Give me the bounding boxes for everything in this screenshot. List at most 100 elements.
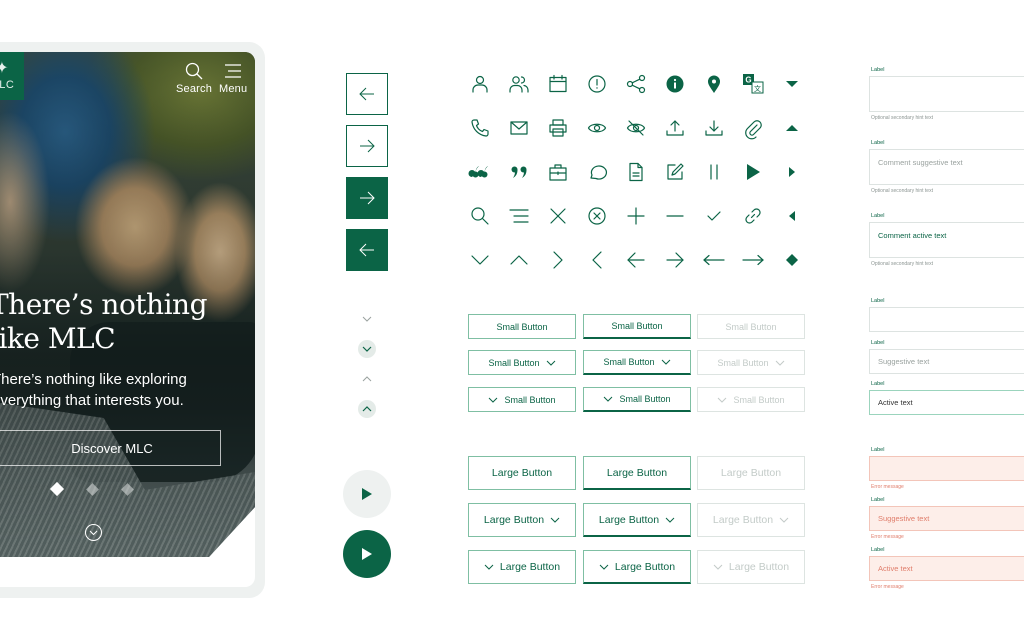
field-label: Label	[871, 67, 885, 73]
diamond-icon	[786, 254, 798, 266]
chevron-down-icon	[779, 517, 789, 523]
chevron-right-icon	[553, 251, 563, 269]
button-label: Large Button	[728, 561, 790, 573]
chevron-down-icon	[599, 564, 609, 570]
small-button-leading-chevron-hover[interactable]: Small Button	[583, 387, 691, 412]
chevron-down-icon	[471, 255, 489, 265]
play-icon	[362, 488, 372, 500]
briefcase-icon	[549, 164, 567, 181]
caret-right-icon	[780, 160, 804, 184]
menu-icon	[225, 64, 242, 78]
arrow-right-icon	[360, 139, 375, 153]
menu-label: Menu	[219, 83, 248, 95]
button-label: Large Button	[712, 514, 774, 526]
caret-left-icon	[780, 204, 804, 228]
large-button-trailing-chevron-default[interactable]: Large Button	[468, 503, 576, 537]
menu-icon	[507, 204, 531, 228]
arrow-right-icon	[663, 248, 687, 272]
quote-close-icon	[511, 166, 527, 178]
logo-text: MLC	[0, 79, 15, 91]
play-button-dark[interactable]	[343, 530, 391, 578]
plus-icon	[627, 207, 645, 225]
chevron-down-icon	[775, 360, 784, 366]
svg-text:文: 文	[754, 84, 761, 93]
large-button-leading-chevron-hover[interactable]: Large Button	[583, 550, 691, 584]
chat-bubble-icon	[590, 165, 608, 180]
close-circle-icon	[585, 204, 609, 228]
large-button-plain-default[interactable]: Large Button	[468, 456, 576, 490]
edit-icon	[663, 160, 687, 184]
comment-textarea[interactable]	[869, 76, 1024, 112]
close-circle-icon	[588, 207, 606, 225]
alert-circle-icon	[585, 72, 609, 96]
arrow-left-icon	[359, 243, 374, 257]
chevron-up-icon	[362, 406, 372, 412]
button-label: Large Button	[598, 513, 660, 526]
small-button-trailing-chevron-hover[interactable]: Small Button	[583, 350, 691, 375]
play-large-icon	[747, 164, 760, 180]
comment-textarea[interactable]: Comment active text	[869, 222, 1024, 258]
carousel-dot[interactable]	[86, 482, 99, 496]
next-button-filled[interactable]	[346, 177, 388, 219]
chevron-down-icon	[89, 530, 98, 535]
google-translate-icon: G文	[741, 72, 765, 96]
discover-mlc-button[interactable]: Discover MLC	[0, 430, 221, 466]
download-icon	[702, 116, 726, 140]
small-button-plain-hover[interactable]: Small Button	[583, 314, 691, 339]
svg-text:G: G	[745, 76, 751, 85]
minus-icon	[663, 204, 687, 228]
eye-off-icon	[624, 116, 648, 140]
search-action[interactable]: Search	[176, 62, 212, 95]
mlc-logo[interactable]: ✦ MLC	[0, 52, 24, 100]
small-button-leading-chevron-default[interactable]: Small Button	[468, 387, 576, 412]
button-label: Small Button	[733, 394, 785, 405]
quote-close-icon	[507, 160, 531, 184]
carousel-dot-active[interactable]	[49, 481, 65, 497]
text-input[interactable]: Active text	[869, 390, 1024, 415]
comment-textarea[interactable]: Comment suggestive text	[869, 149, 1024, 185]
prev-button-outline[interactable]	[346, 73, 388, 115]
text-input-error[interactable]: Suggestive text	[869, 506, 1024, 531]
expand-button[interactable]	[358, 310, 376, 328]
button-label: Small Button	[496, 321, 548, 332]
caret-up-icon	[780, 116, 804, 140]
chevron-down-icon	[468, 248, 492, 272]
collapse-button[interactable]	[358, 370, 376, 388]
text-input-error[interactable]	[869, 456, 1024, 481]
chevron-down-icon	[713, 564, 723, 570]
long-arrow-right-icon	[742, 254, 764, 266]
menu-action[interactable]: Menu	[219, 62, 247, 95]
pause-icon	[702, 160, 726, 184]
check-icon	[702, 204, 726, 228]
check-icon	[707, 211, 721, 221]
field-hint: Optional secondary hint text	[871, 188, 933, 194]
scroll-down-button[interactable]	[85, 524, 102, 541]
text-input[interactable]	[869, 307, 1024, 332]
large-button-trailing-chevron-disabled: Large Button	[697, 503, 805, 537]
large-button-leading-chevron-default[interactable]: Large Button	[468, 550, 576, 584]
small-button-plain-default[interactable]: Small Button	[468, 314, 576, 339]
share-icon	[624, 72, 648, 96]
chevron-up-icon	[510, 255, 528, 265]
play-button-light[interactable]	[343, 470, 391, 518]
arrow-right-icon	[360, 191, 375, 205]
large-button-plain-hover[interactable]: Large Button	[583, 456, 691, 490]
text-input-error[interactable]: Active text	[869, 556, 1024, 581]
expand-button-hover[interactable]	[358, 340, 376, 358]
mail-icon	[510, 121, 528, 135]
prev-button-filled[interactable]	[346, 229, 388, 271]
small-button-plain-disabled: Small Button	[697, 314, 805, 339]
carousel-dot[interactable]	[121, 482, 134, 496]
large-button-trailing-chevron-hover[interactable]: Large Button	[583, 503, 691, 537]
chevron-down-icon	[546, 360, 555, 366]
small-button-trailing-chevron-default[interactable]: Small Button	[468, 350, 576, 375]
small-button-leading-chevron-disabled: Small Button	[697, 387, 805, 412]
text-input[interactable]: Suggestive text	[869, 349, 1024, 374]
location-pin-icon	[702, 72, 726, 96]
collapse-button-hover[interactable]	[358, 400, 376, 418]
printer-icon	[549, 119, 567, 137]
chevron-down-icon	[489, 397, 498, 403]
next-button-outline[interactable]	[346, 125, 388, 167]
upload-icon	[663, 116, 687, 140]
search-label: Search	[176, 83, 213, 95]
